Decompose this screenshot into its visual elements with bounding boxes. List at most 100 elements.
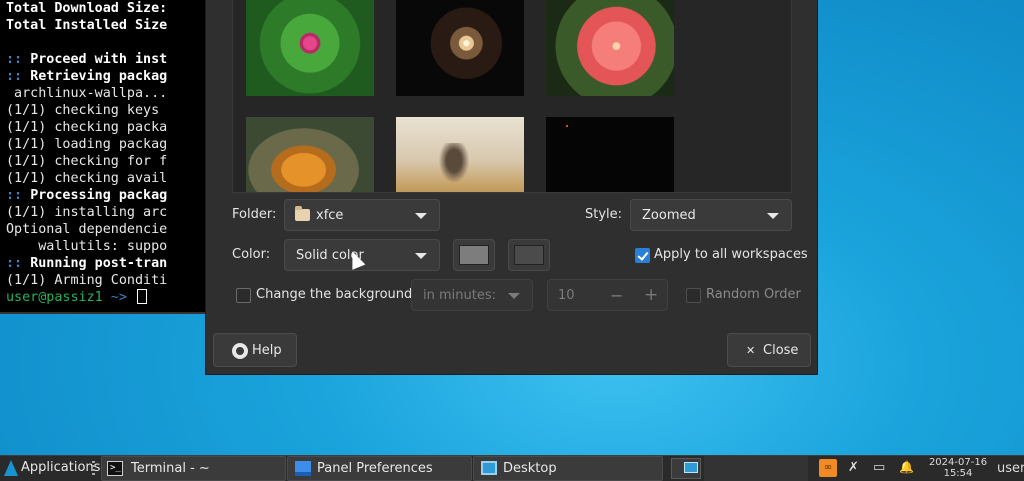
notification-bell-icon[interactable]: 🔔 — [899, 460, 914, 474]
terminal-line: (1/1) Arming Conditi — [0, 272, 212, 289]
secondary-color-swatch — [514, 245, 544, 265]
close-button[interactable]: ✕ Close — [727, 333, 811, 367]
terminal-line: :: Running post-tran — [0, 255, 212, 272]
random-order-label[interactable]: Random Order — [706, 287, 801, 302]
change-background-label[interactable]: Change the background — [256, 287, 412, 302]
clock[interactable]: 2024-07-16 15:54 — [925, 457, 991, 479]
terminal-line: (1/1) checking avail — [0, 170, 212, 187]
desktop-icon — [481, 461, 497, 475]
battery-icon[interactable]: ▭ — [873, 460, 885, 475]
terminal-line: (1/1) loading packag — [0, 136, 212, 153]
terminal-line-text: wallutils: suppo — [6, 239, 168, 254]
change-background-checkbox[interactable] — [236, 288, 251, 303]
close-icon: ✕ — [746, 344, 756, 357]
color-label: Color: — [232, 247, 271, 262]
wallpaper-thumbnail[interactable] — [546, 0, 674, 96]
terminal-icon: >_ — [107, 461, 123, 476]
random-order-checkbox[interactable] — [686, 288, 701, 303]
terminal-line-prefix: :: — [6, 188, 31, 203]
terminal-line-text: Optional dependencie — [6, 222, 168, 237]
folder-label: Folder: — [232, 207, 277, 222]
folder-icon — [295, 206, 310, 221]
terminal-line-prefix: :: — [6, 256, 31, 271]
terminal-line-text: Processing packag — [30, 188, 168, 203]
terminal-line-text: archlinux-wallpa... — [6, 86, 168, 101]
apply-all-workspaces-label[interactable]: Apply to all workspaces — [654, 247, 808, 262]
style-label: Style: — [585, 207, 623, 222]
panel-separator — [92, 461, 95, 475]
terminal-line-text: Retrieving packag — [30, 69, 168, 84]
terminal-line-prefix: :: — [6, 52, 31, 67]
taskbar-item-panel-preferences[interactable]: Panel Preferences — [287, 456, 472, 481]
terminal-line-text: (1/1) checking avail — [6, 171, 168, 186]
terminal-line: Total Installed Size — [0, 17, 212, 34]
prompt-arrow: ~> — [102, 290, 135, 305]
terminal-line-text: (1/1) checking for f — [6, 154, 168, 169]
terminal-line: wallutils: suppo — [0, 238, 212, 255]
terminal-line: (1/1) checking packa — [0, 119, 212, 136]
terminal-line-text: Running post-tran — [30, 256, 168, 271]
wallpaper-thumbnail[interactable] — [246, 0, 374, 96]
wallpaper-thumbnail[interactable] — [396, 0, 524, 96]
terminal-cursor — [137, 289, 147, 304]
close-label: Close — [763, 343, 799, 358]
folder-select[interactable]: xfce — [284, 199, 440, 231]
applications-label: Applications — [21, 460, 101, 475]
interval-unit-value: in minutes: — [423, 288, 496, 303]
secondary-color-button[interactable] — [508, 239, 550, 271]
terminal-line: (1/1) checking for f — [0, 153, 212, 170]
panel-preferences-icon — [295, 461, 311, 476]
terminal-line-text: (1/1) installing arc — [6, 205, 168, 220]
terminal-line-text: Proceed with inst — [30, 52, 168, 67]
wallpaper-thumbnail[interactable] — [546, 117, 674, 192]
panel-spacer — [704, 456, 808, 481]
terminal-window[interactable]: Total Download Size: Total Installed Size… — [0, 0, 214, 314]
prompt-user: user@passiz1 — [6, 290, 103, 305]
wallpaper-grid[interactable] — [232, 0, 792, 193]
interval-spinbox[interactable]: 10 − + — [547, 279, 668, 311]
taskbar-item-terminal[interactable]: >_ Terminal - ~ — [101, 456, 286, 481]
workspace-switcher[interactable] — [671, 458, 701, 479]
apply-all-workspaces-checkbox[interactable] — [635, 248, 650, 263]
terminal-line-text: (1/1) checking keys — [6, 103, 160, 118]
interval-value: 10 — [558, 288, 575, 303]
increment-button[interactable]: + — [644, 285, 658, 305]
chevron-down-icon — [415, 213, 427, 219]
primary-color-button[interactable] — [453, 239, 495, 271]
user-menu[interactable]: user — [997, 461, 1024, 476]
help-label: Help — [252, 343, 282, 358]
clock-time: 15:54 — [943, 468, 973, 479]
terminal-line-text: Total Download Size: — [6, 1, 168, 16]
terminal-line: :: Retrieving packag — [0, 68, 212, 85]
terminal-line-text: (1/1) checking packa — [6, 120, 168, 135]
terminal-line-text: Total Installed Size — [6, 18, 168, 33]
taskbar: Applications >_ Terminal - ~ Panel Prefe… — [0, 455, 1024, 481]
tray-app-icon[interactable]: ∞ — [819, 459, 837, 477]
chevron-down-icon — [508, 293, 520, 299]
style-select[interactable]: Zoomed — [630, 199, 792, 231]
decrement-button[interactable]: − — [610, 286, 623, 305]
folder-value: xfce — [316, 208, 344, 223]
wallpaper-thumbnail[interactable] — [246, 117, 374, 192]
wallpaper-thumbnail[interactable] — [396, 117, 524, 192]
terminal-prompt[interactable]: user@passiz1 ~> — [0, 289, 212, 306]
taskbar-item-desktop[interactable]: Desktop — [473, 456, 663, 481]
primary-color-swatch — [459, 245, 489, 265]
terminal-line: Total Download Size: — [0, 0, 212, 17]
color-style-select[interactable]: Solid color — [284, 239, 440, 271]
applications-menu-button[interactable]: Applications — [0, 456, 100, 481]
terminal-line-text: (1/1) loading packag — [6, 137, 168, 152]
terminal-line: :: Processing packag — [0, 187, 212, 204]
taskbar-item-label: Panel Preferences — [317, 461, 433, 476]
clock-date: 2024-07-16 — [928, 457, 988, 468]
interval-unit-select[interactable]: in minutes: — [411, 279, 533, 311]
terminal-line-prefix: :: — [6, 69, 31, 84]
taskbar-item-label: Terminal - ~ — [131, 461, 210, 476]
arch-logo-icon — [4, 460, 18, 476]
network-disconnected-icon[interactable]: ✗ — [848, 460, 859, 475]
help-button[interactable]: Help — [213, 333, 297, 367]
terminal-line: (1/1) installing arc — [0, 204, 212, 221]
chevron-down-icon — [415, 253, 427, 259]
help-icon — [232, 343, 248, 359]
